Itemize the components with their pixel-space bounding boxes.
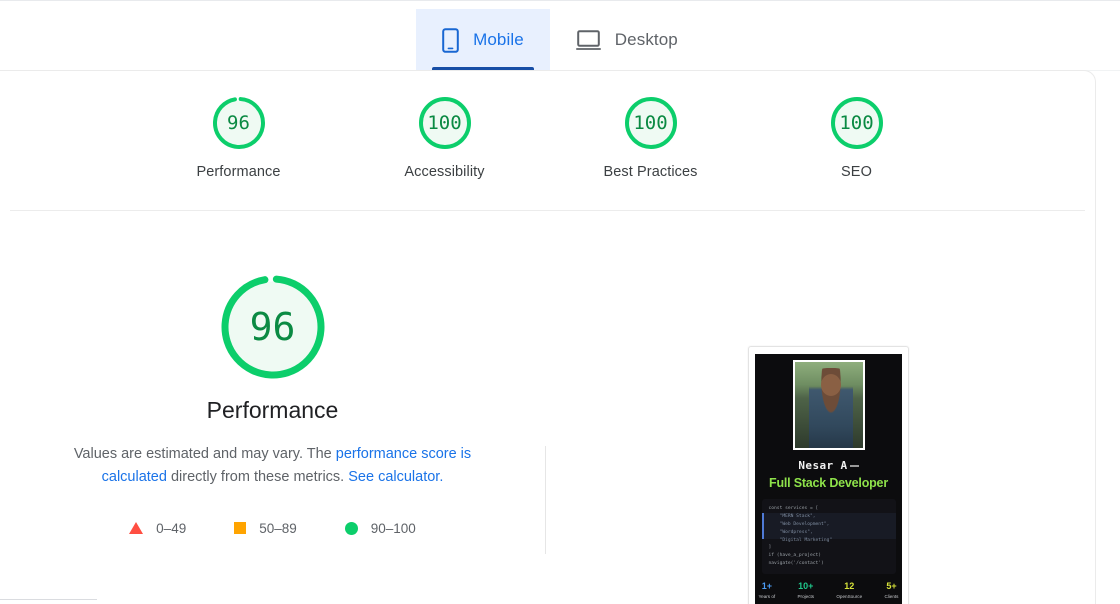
summary-score-label: SEO — [841, 164, 872, 180]
stat-item: 10+ Projects — [797, 581, 815, 600]
stat-item: 1+ Years of — [758, 581, 776, 600]
score-ring: 100 — [829, 95, 885, 151]
performance-section: 96 Performance Values are estimated and … — [0, 211, 1095, 604]
tab-mobile-label: Mobile — [473, 30, 524, 49]
category-score-summary: 96 Performance 100 Accessibility 100 Bes… — [0, 95, 1095, 180]
profile-photo — [792, 360, 865, 450]
screenshot-name: Nesar A — [798, 459, 859, 472]
stat-caption: Clients — [884, 594, 899, 600]
tab-desktop-label: Desktop — [614, 30, 678, 49]
performance-column: 96 Performance Values are estimated and … — [0, 211, 545, 604]
typing-cursor-icon — [849, 465, 859, 467]
tab-mobile[interactable]: Mobile — [416, 9, 550, 71]
legend-label: 0–49 — [156, 520, 187, 536]
code-line: const services = [ — [768, 506, 819, 511]
stat-caption: OpenSource — [836, 594, 863, 600]
square-average-icon — [234, 522, 247, 535]
stat-number: 12 — [844, 581, 855, 592]
screenshot-column: Nesar A Full Stack Developer const servi… — [545, 211, 1095, 604]
pagespeed-insights-panel: Mobile Desktop 96 Performance 100 Access… — [0, 0, 1120, 604]
summary-gauge-performance[interactable]: 96 Performance — [169, 95, 309, 180]
summary-score-value: 100 — [427, 111, 462, 134]
stat-item: 5+ Clients — [884, 581, 899, 600]
circle-pass-icon — [344, 521, 358, 535]
performance-score-ring: 96 — [218, 272, 328, 382]
code-line: "MERN Stack", — [768, 513, 816, 519]
stat-number: 1+ — [761, 581, 772, 592]
screenshot-screen: Nesar A Full Stack Developer const servi… — [755, 354, 902, 604]
code-line: "Web Development", — [768, 521, 830, 527]
screenshot-name-text: Nesar A — [798, 459, 848, 472]
code-line: "Digital Marketing" — [768, 537, 833, 543]
report-card: 96 Performance 100 Accessibility 100 Bes… — [0, 70, 1096, 604]
summary-gauge-seo[interactable]: 100 SEO — [787, 95, 927, 180]
score-ring: 96 — [211, 95, 267, 151]
stat-caption: Projects — [797, 594, 815, 600]
tab-desktop[interactable]: Desktop — [550, 9, 704, 71]
summary-gauge-best-practices[interactable]: 100 Best Practices — [581, 95, 721, 180]
performance-title: Performance — [206, 397, 339, 423]
page-screenshot-thumbnail[interactable]: Nesar A Full Stack Developer const servi… — [748, 346, 909, 604]
summary-score-value: 100 — [633, 111, 668, 134]
summary-score-label: Best Practices — [603, 164, 698, 180]
legend-item-pass: 90–100 — [344, 520, 416, 536]
description-text-2: directly from these metrics. — [166, 468, 349, 485]
summary-score-label: Accessibility — [404, 164, 485, 180]
code-snippet: const services = [ "MERN Stack", "Web De… — [761, 499, 896, 575]
stat-caption: Years of — [758, 594, 776, 600]
see-calculator-link[interactable]: See calculator. — [348, 469, 443, 485]
summary-score-label: Performance — [196, 164, 281, 180]
stats-row: 1+ Years of 10+ Projects 12 OpenSource 5… — [758, 581, 899, 600]
legend-label: 50–89 — [259, 520, 297, 536]
code-line: "Wordpress", — [768, 529, 813, 535]
stat-number: 5+ — [886, 581, 897, 592]
score-legend: 0–49 50–89 90–100 — [0, 521, 545, 536]
score-ring: 100 — [623, 95, 679, 151]
score-ring: 100 — [417, 95, 473, 151]
code-line: navigate('/contact') — [768, 561, 824, 567]
summary-score-value: 100 — [839, 111, 874, 134]
stat-item: 12 OpenSource — [836, 581, 863, 600]
performance-description: Values are estimated and may vary. The p… — [47, 443, 499, 489]
bottom-edge-line — [0, 599, 97, 600]
description-text-1: Values are estimated and may vary. The — [73, 446, 336, 462]
performance-score-value: 96 — [249, 305, 296, 349]
legend-item-average: 50–89 — [234, 521, 297, 536]
screenshot-role: Full Stack Developer — [769, 476, 888, 490]
vertical-divider — [545, 446, 546, 554]
summary-score-value: 96 — [227, 111, 250, 134]
legend-item-fail: 0–49 — [129, 521, 186, 536]
summary-gauge-accessibility[interactable]: 100 Accessibility — [375, 95, 515, 180]
code-line: ] — [768, 545, 772, 551]
triangle-fail-icon — [129, 522, 144, 535]
device-tabs: Mobile Desktop — [0, 1, 1120, 71]
stat-number: 10+ — [798, 581, 814, 592]
desktop-monitor-icon — [575, 29, 601, 51]
mobile-phone-icon — [442, 27, 459, 53]
legend-label: 90–100 — [370, 520, 416, 536]
code-line: if (have_a_project) — [768, 553, 822, 559]
